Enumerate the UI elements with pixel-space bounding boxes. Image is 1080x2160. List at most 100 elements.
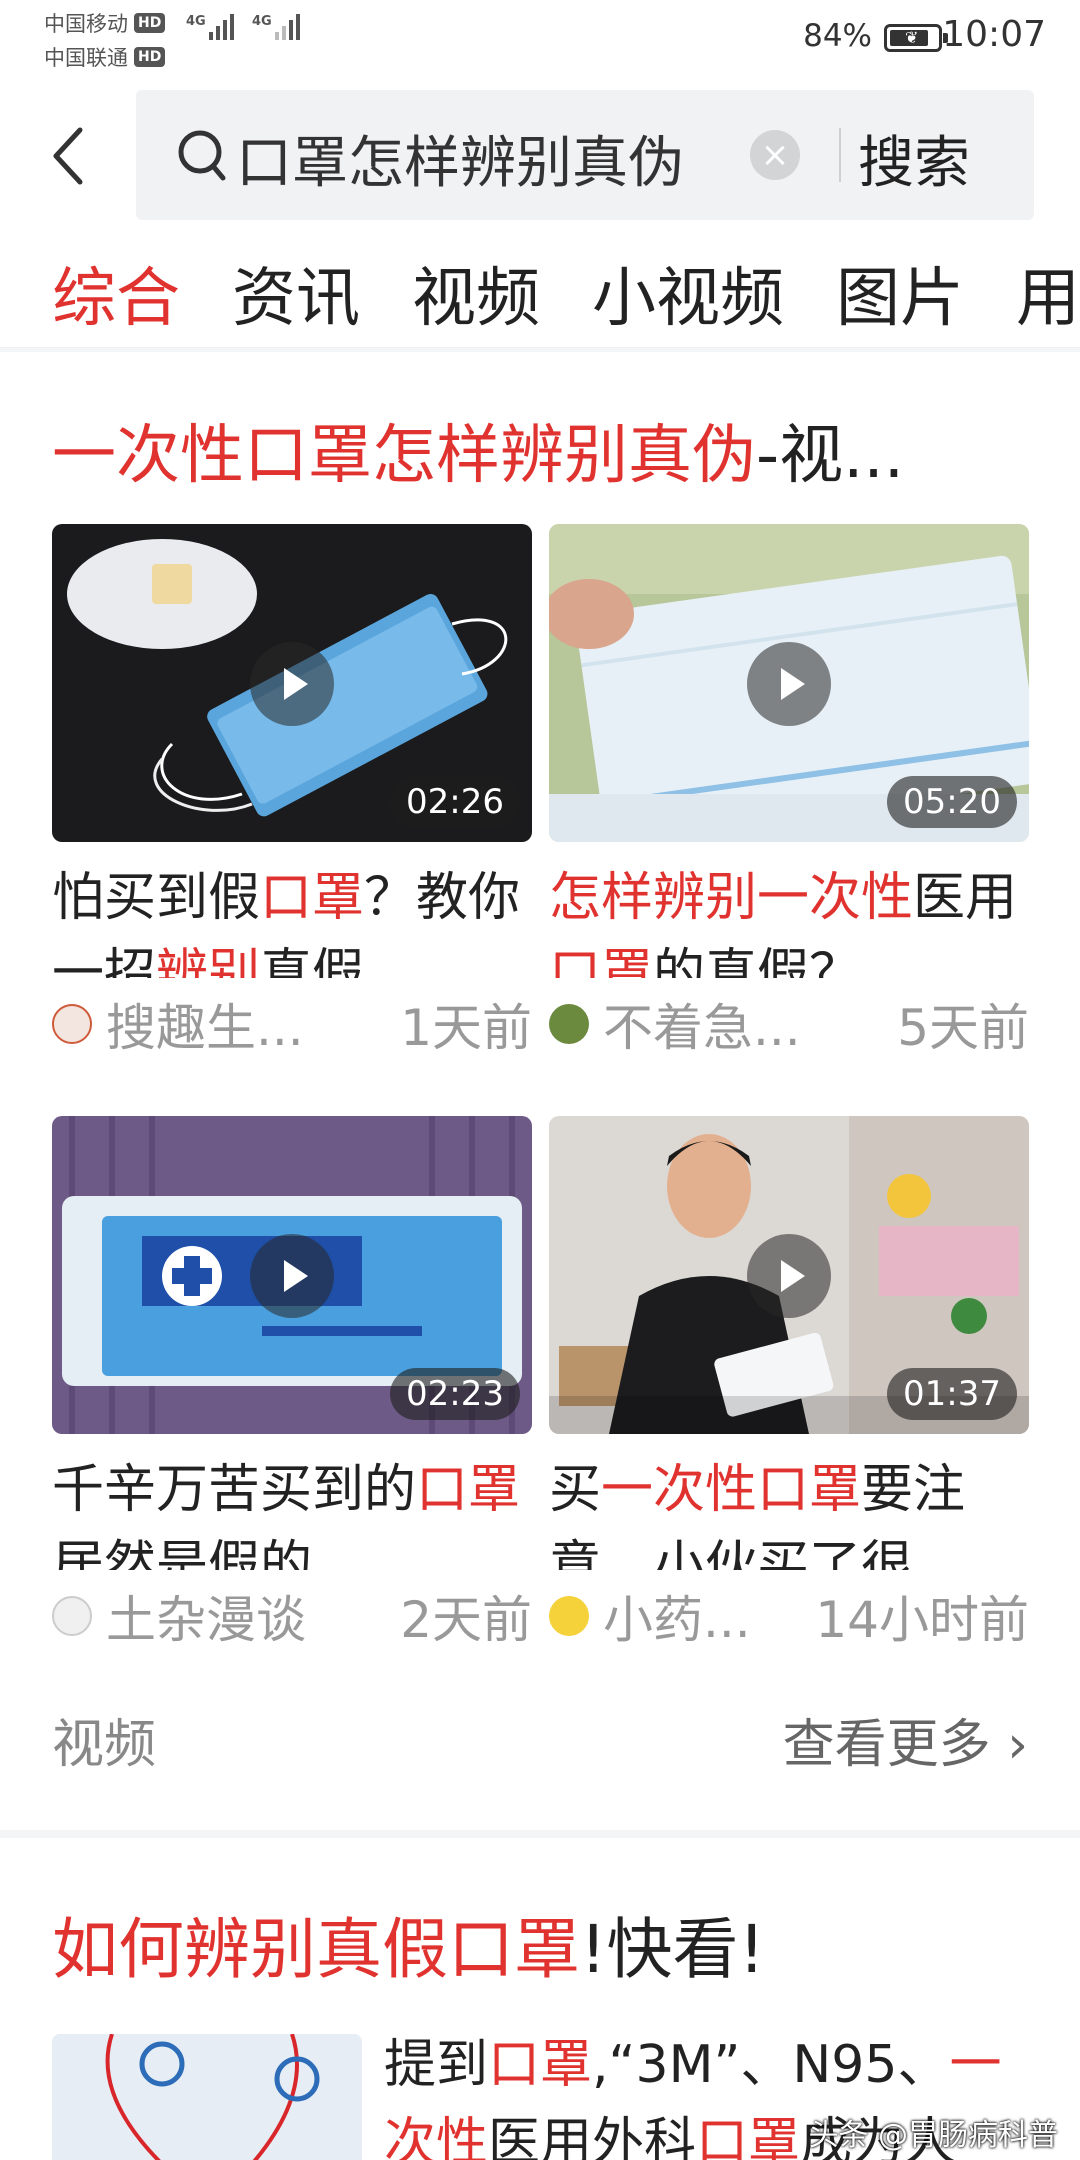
search-header: 口罩怎样辨别真伪 × 搜索 xyxy=(0,78,1080,238)
snippet-part: ,“3M”、N95、 xyxy=(592,2035,950,2095)
video-title[interactable]: 怕买到假口罩？教你一招辨别真假 xyxy=(52,860,532,978)
clear-icon[interactable]: × xyxy=(750,130,800,180)
search-box[interactable]: 口罩怎样辨别真伪 × 搜索 xyxy=(136,90,1034,220)
see-more-link[interactable]: 查看更多 › xyxy=(783,1702,1028,1777)
clock: 10:07 xyxy=(942,14,1046,55)
leaf-icon: ❦ xyxy=(905,28,919,47)
carrier-2-name: 中国联通 xyxy=(44,46,128,70)
tab-images[interactable]: 图片 xyxy=(836,247,964,339)
video-title[interactable]: 怎样辨别一次性医用口罩的真假？ xyxy=(549,860,1029,978)
network-type: 4G xyxy=(252,14,272,29)
snippet-part: 提到 xyxy=(384,2035,489,2095)
video-item[interactable]: 02:23 千辛万苦买到的口罩居然是假的， 土杂漫谈 2天前 xyxy=(52,1116,532,1652)
video-thumbnail[interactable]: 05:20 xyxy=(549,524,1029,842)
video-duration: 02:26 xyxy=(390,776,520,828)
play-icon[interactable] xyxy=(747,642,831,726)
title-part: 医用 xyxy=(913,868,1018,928)
hd-badge: HD xyxy=(134,13,166,33)
video-card-footer: 视频 查看更多 › xyxy=(52,1702,1028,1777)
video-meta: 不着急... 5天前 xyxy=(549,988,1029,1060)
video-result-card: 一次性口罩怎样辨别真伪-视... 02:26 怕买到假口罩？教你一招辨别真假 搜… xyxy=(0,352,1080,1830)
video-meta: 小药... 14小时前 xyxy=(549,1580,1029,1652)
battery-icon: ❦ xyxy=(884,24,948,52)
carrier-2: 中国联通 HD xyxy=(44,42,166,72)
snippet-part: 医用外科 xyxy=(488,2113,697,2160)
avatar[interactable] xyxy=(52,1596,92,1636)
play-icon[interactable] xyxy=(250,1234,334,1318)
title-part: 的真假？ xyxy=(653,944,862,978)
tab-comprehensive[interactable]: 综合 xyxy=(52,247,180,339)
title-part: 居然是假的， xyxy=(52,1536,365,1570)
title-part: 怕买到假 xyxy=(52,868,261,928)
author-name[interactable]: 不着急... xyxy=(603,988,873,1060)
tab-users[interactable]: 用户 xyxy=(1016,247,1080,339)
author-name[interactable]: 土杂漫谈 xyxy=(106,1580,376,1652)
video-title[interactable]: 买一次性口罩要注意，小伙买了很 xyxy=(549,1452,1029,1570)
title-part: 一次性口罩 xyxy=(601,1460,862,1520)
title-part: 真假 xyxy=(260,944,365,978)
snippet-part: 口罩 xyxy=(488,2035,593,2095)
search-divider xyxy=(839,128,841,182)
avatar[interactable] xyxy=(52,1004,92,1044)
video-meta: 土杂漫谈 2天前 xyxy=(52,1580,532,1652)
video-card-title[interactable]: 一次性口罩怎样辨别真伪-视... xyxy=(52,404,1042,496)
signal-icon: 4G xyxy=(252,14,303,40)
search-query-text: 口罩怎样辨别真伪 xyxy=(236,131,684,196)
video-item[interactable]: 01:37 买一次性口罩要注意，小伙买了很 小药... 14小时前 xyxy=(549,1116,1029,1652)
title-part: 口罩 xyxy=(549,944,654,978)
author-name[interactable]: 搜趣生... xyxy=(106,988,376,1060)
signal-icon: 4G xyxy=(186,14,237,40)
article-title[interactable]: 如何辨别真假口罩!快看! xyxy=(52,1896,765,1992)
title-rest: !快看! xyxy=(580,1911,765,1988)
card-source-label: 视频 xyxy=(52,1715,157,1775)
video-duration: 02:23 xyxy=(390,1368,520,1420)
video-item[interactable]: 02:26 怕买到假口罩？教你一招辨别真假 搜趣生... 1天前 xyxy=(52,524,532,1060)
video-item[interactable]: 05:20 怎样辨别一次性医用口罩的真假？ 不着急... 5天前 xyxy=(549,524,1029,1060)
avatar[interactable] xyxy=(549,1004,589,1044)
video-duration: 01:37 xyxy=(887,1368,1017,1420)
mask-certificate-image xyxy=(52,2034,362,2160)
battery-percent: 84% xyxy=(803,18,872,54)
title-rest: -视... xyxy=(756,419,905,493)
search-button[interactable]: 搜索 xyxy=(858,118,970,199)
see-more-label: 查看更多 xyxy=(782,1715,991,1775)
article-thumbnail[interactable] xyxy=(52,2034,362,2160)
chevron-right-icon: › xyxy=(1007,1715,1028,1775)
carrier-1: 中国移动 HD xyxy=(44,8,166,38)
category-tabs: 综合 资讯 视频 小视频 图片 用户 xyxy=(0,238,1080,348)
back-arrow-icon[interactable] xyxy=(44,118,94,194)
avatar[interactable] xyxy=(549,1596,589,1636)
title-part: 辨别 xyxy=(156,944,261,978)
video-thumbnail[interactable]: 02:23 xyxy=(52,1116,532,1434)
tab-short-video[interactable]: 小视频 xyxy=(592,247,784,339)
video-duration: 05:20 xyxy=(887,776,1017,828)
title-part: 口罩 xyxy=(260,868,365,928)
article-result-card[interactable]: 如何辨别真假口罩!快看! 提到口罩,“3M”、N95、一次性医用外科口罩成为人 … xyxy=(0,1838,1080,2160)
carrier-1-name: 中国移动 xyxy=(44,12,128,36)
snippet-part: 口罩 xyxy=(696,2113,801,2160)
video-meta: 搜趣生... 1天前 xyxy=(52,988,532,1060)
publish-time: 14小时前 xyxy=(815,1591,1029,1649)
search-icon xyxy=(178,130,226,181)
publish-time: 1天前 xyxy=(400,999,532,1057)
tab-news[interactable]: 资讯 xyxy=(232,247,360,339)
video-title[interactable]: 千辛万苦买到的口罩居然是假的， xyxy=(52,1452,532,1570)
publish-time: 5天前 xyxy=(897,999,1029,1057)
play-icon[interactable] xyxy=(747,1234,831,1318)
network-type: 4G xyxy=(186,14,206,29)
title-part: 口罩 xyxy=(416,1460,521,1520)
video-thumbnail[interactable]: 01:37 xyxy=(549,1116,1029,1434)
watermark-text: 头条 @胃肠病科普 xyxy=(808,2118,1058,2153)
video-thumbnail[interactable]: 02:26 xyxy=(52,524,532,842)
status-bar: 中国移动 HD 中国联通 HD 4G 4G 84% ❦ 10:07 xyxy=(0,0,1080,78)
title-part: 买 xyxy=(549,1460,602,1520)
title-part: 怎样辨别一次性 xyxy=(549,868,914,928)
title-part: 千辛万苦买到的 xyxy=(52,1460,417,1520)
hd-badge: HD xyxy=(134,47,166,67)
title-highlight: 如何辨别真假口罩 xyxy=(52,1911,580,1988)
author-name[interactable]: 小药... xyxy=(603,1580,815,1652)
play-icon[interactable] xyxy=(250,642,334,726)
title-highlight: 一次性口罩怎样辨别真伪 xyxy=(52,419,756,493)
publish-time: 2天前 xyxy=(400,1591,532,1649)
tab-video[interactable]: 视频 xyxy=(412,247,540,339)
